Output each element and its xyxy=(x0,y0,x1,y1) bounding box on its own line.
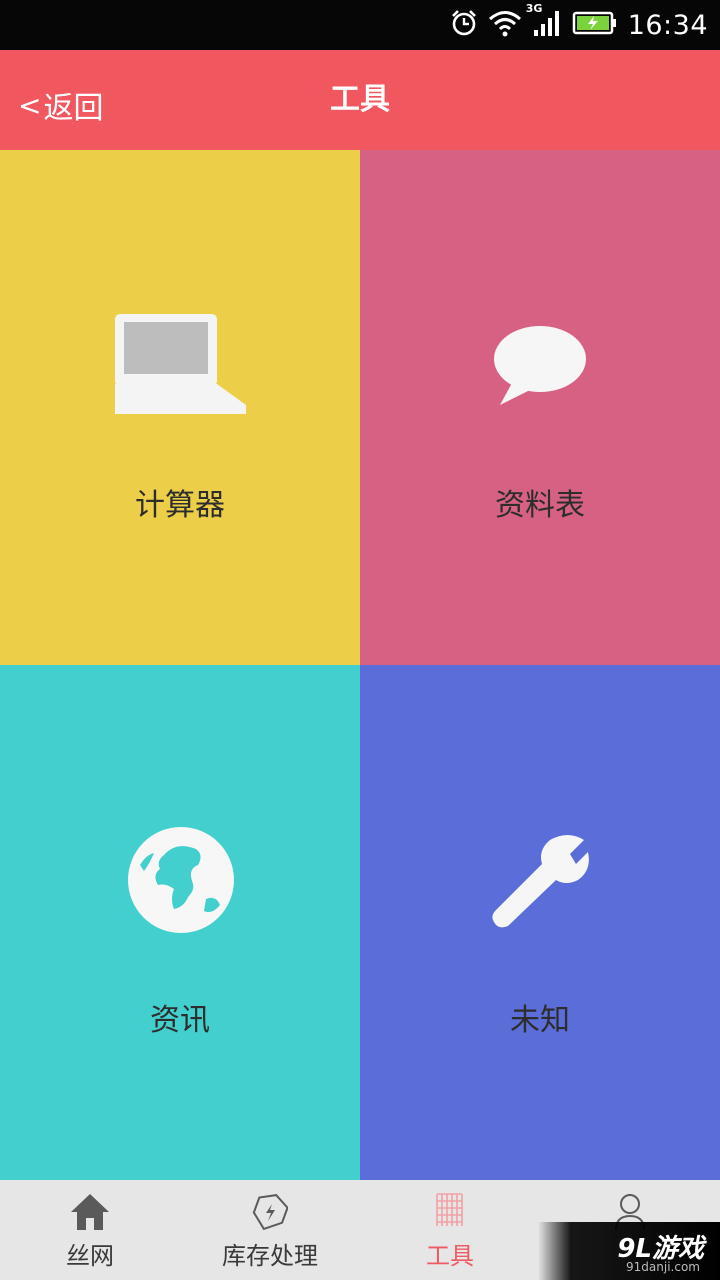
tile-unknown[interactable]: 未知 xyxy=(360,665,720,1180)
status-bar: 3G 16:34 xyxy=(0,0,720,50)
network-type: 3G xyxy=(525,2,543,15)
page-title: 工具 xyxy=(330,82,390,117)
speech-bubble-icon xyxy=(492,325,588,413)
watermark: 9L游戏 91danji.com xyxy=(538,1222,720,1280)
clock: 16:34 xyxy=(627,9,708,41)
globe-icon xyxy=(126,825,236,939)
tile-datasheet[interactable]: 资料表 xyxy=(360,150,720,665)
tab-siwang[interactable]: 丝网 xyxy=(0,1180,180,1280)
home-icon xyxy=(69,1192,111,1236)
tag-icon xyxy=(252,1192,289,1236)
wifi-icon xyxy=(488,9,522,41)
tile-calculator-label: 计算器 xyxy=(135,488,225,523)
app-header: < 返回 工具 xyxy=(0,50,720,150)
tab-siwang-label: 丝网 xyxy=(66,1242,114,1270)
tile-news[interactable]: 资讯 xyxy=(0,665,360,1180)
tile-unknown-label: 未知 xyxy=(510,1003,570,1038)
tile-calculator[interactable]: 计算器 xyxy=(0,150,360,665)
battery-icon xyxy=(572,10,618,40)
alarm-icon xyxy=(450,9,478,41)
tile-datasheet-label: 资料表 xyxy=(495,488,585,523)
tile-news-label: 资讯 xyxy=(150,1003,210,1038)
grid-icon xyxy=(435,1192,465,1232)
watermark-site: 91danji.com xyxy=(626,1260,700,1274)
laptop-icon xyxy=(112,310,248,424)
tab-tools-label: 工具 xyxy=(426,1242,474,1270)
wrench-icon xyxy=(488,830,592,934)
tab-tools[interactable]: 工具 xyxy=(360,1180,540,1280)
tab-inventory-label: 库存处理 xyxy=(222,1242,318,1270)
signal-icon: 3G xyxy=(526,2,562,42)
tab-inventory[interactable]: 库存处理 xyxy=(180,1180,360,1280)
status-icons: 3G 16:34 xyxy=(450,0,708,50)
